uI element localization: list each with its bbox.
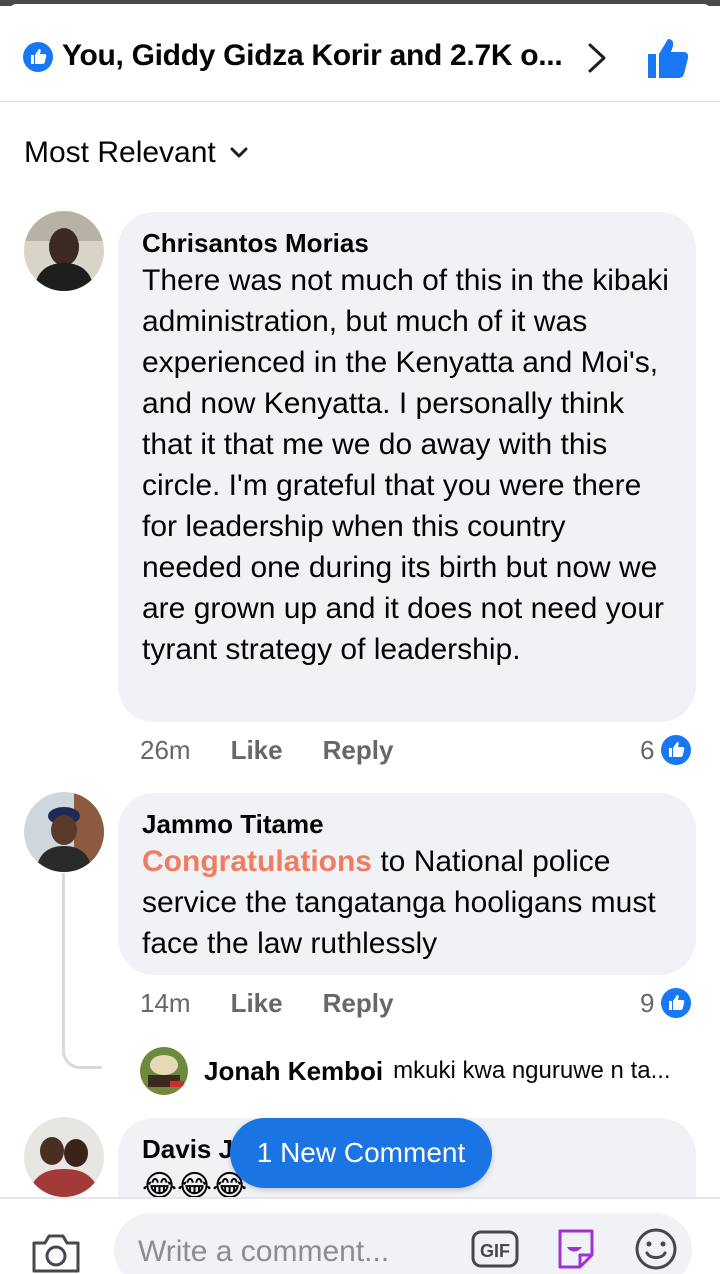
avatar[interactable] [24,1117,104,1197]
thread-line [62,873,102,1069]
reply-link[interactable]: Reply [323,988,394,1019]
like-link[interactable]: Like [231,735,283,766]
avatar[interactable] [24,792,104,872]
reply-author[interactable]: Jonah Kemboi [204,1056,383,1087]
chevron-down-icon [230,147,248,158]
like-reaction-icon [23,42,53,72]
emoji-icon[interactable] [632,1225,680,1273]
reply-text: mkuki kwa nguruwe n ta... [393,1057,671,1084]
comment-bubble[interactable]: Jammo Titame Congratulations to National… [118,793,696,975]
like-button-icon[interactable] [642,34,692,84]
avatar[interactable] [24,211,104,291]
comment-text: Congratulations to National police servi… [142,841,672,964]
reaction-count[interactable]: 6 [640,732,692,768]
reaction-count-value: 6 [640,734,655,765]
comment-time: 14m [140,987,191,1018]
avatar [140,1047,188,1095]
highlight-word: Congratulations [142,845,372,878]
comment-actions: 14m Like Reply [140,985,433,1021]
comment-input[interactable]: Write a comment... GIF [114,1213,692,1274]
reply-link[interactable]: Reply [323,735,394,766]
like-reaction-icon [661,735,692,765]
comment-placeholder: Write a comment... [138,1235,390,1268]
gif-icon[interactable]: GIF [470,1227,520,1271]
comment-composer: Write a comment... GIF [0,1197,720,1274]
chevron-right-icon[interactable] [584,40,610,76]
comment-author[interactable]: Chrisantos Morias [142,226,672,260]
gif-label: GIF [480,1241,510,1261]
sticker-icon[interactable] [552,1225,600,1273]
comment-actions: 26m Like Reply [140,732,433,768]
reactions-header: You, Giddy Gidza Korir and 2.7K o... [0,6,720,102]
sort-label: Most Relevant [24,136,216,169]
like-link[interactable]: Like [231,988,283,1019]
comment-text: There was not much of this in the kibaki… [142,264,669,666]
comment-bubble[interactable]: Chrisantos Morias There was not much of … [118,212,696,722]
camera-icon[interactable] [30,1231,82,1274]
reaction-count-value: 9 [640,987,655,1018]
like-reaction-icon [661,988,692,1018]
reactions-summary[interactable]: You, Giddy Gidza Korir and 2.7K o... [62,39,582,73]
reply-preview[interactable]: Jonah Kemboi mkuki kwa nguruwe n ta... [140,1046,671,1096]
comment-author[interactable]: Jammo Titame [142,807,672,841]
new-comment-button[interactable]: 1 New Comment [230,1118,492,1188]
reaction-count[interactable]: 9 [640,985,692,1021]
comment-time: 26m [140,734,191,765]
sort-dropdown[interactable]: Most Relevant [24,133,250,173]
